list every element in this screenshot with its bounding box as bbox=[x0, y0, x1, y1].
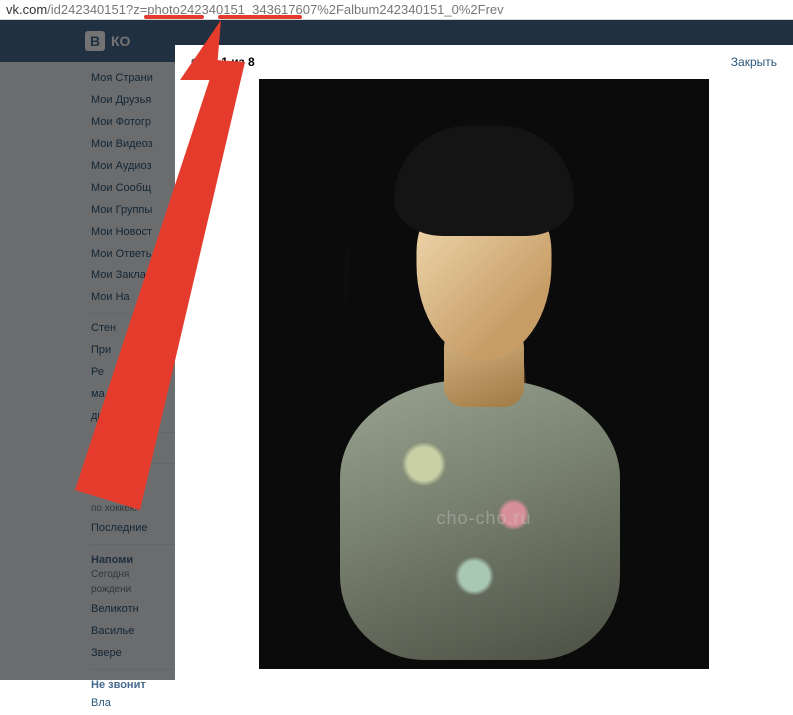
sidebar-link[interactable]: Вла bbox=[85, 693, 215, 715]
counter-number: 1 из 8 bbox=[221, 55, 254, 69]
address-bar[interactable]: vk.com/id242340151?z=photo242340151_3436… bbox=[0, 0, 793, 20]
url-host: vk.com bbox=[6, 2, 47, 17]
url-rest: %2Falbum242340151_0%2Frev bbox=[317, 2, 503, 17]
close-button[interactable]: Закрыть bbox=[731, 55, 777, 69]
viewer-header: Ф 1 из 8 Закрыть bbox=[175, 45, 793, 79]
photo-counter: Ф 1 из 8 bbox=[191, 55, 255, 69]
photo-image[interactable]: cho-cho.ru bbox=[259, 79, 709, 669]
photo-viewer: Ф 1 из 8 Закрыть cho-cho.ru bbox=[175, 45, 793, 680]
url-highlighted: photo242340151_343617607 bbox=[147, 2, 317, 17]
photo-shape bbox=[394, 126, 574, 236]
watermark: cho-cho.ru bbox=[436, 508, 531, 529]
counter-prefix: Ф bbox=[191, 55, 201, 69]
url-path: /id242340151?z= bbox=[47, 2, 147, 17]
